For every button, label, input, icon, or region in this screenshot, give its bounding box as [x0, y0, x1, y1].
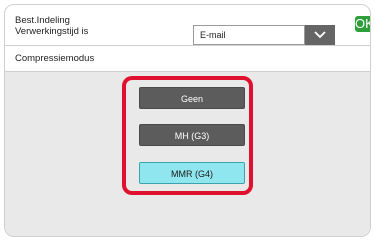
- format-label-line2: Verwerkingstijd is: [15, 26, 89, 37]
- compression-label: Compressiemodus: [15, 53, 95, 64]
- format-ok-button[interactable]: OK: [355, 16, 370, 32]
- chevron-down-icon: [314, 31, 326, 39]
- format-select-dropdown-button[interactable]: [305, 25, 335, 45]
- format-label-line1: Best.Indeling: [15, 15, 70, 26]
- compression-option-mh-g3-button[interactable]: MH (G3): [139, 124, 245, 146]
- format-select[interactable]: E-mail: [193, 25, 305, 45]
- compression-option-mmr-g4-button[interactable]: MMR (G4): [139, 162, 245, 184]
- compression-option-geen-button[interactable]: Geen: [139, 87, 245, 109]
- format-select-value: E-mail: [200, 30, 226, 40]
- compression-row: Compressiemodus OK: [5, 46, 370, 108]
- format-label: Best.Indeling Verwerkingstijd is: [15, 15, 88, 37]
- format-row: Best.Indeling Verwerkingstijd is E-mail …: [5, 5, 370, 46]
